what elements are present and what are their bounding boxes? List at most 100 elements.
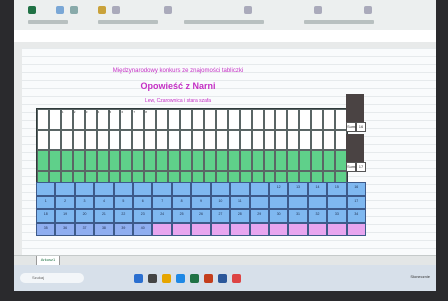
number-cell[interactable] [152, 182, 172, 196]
puzzle-cell[interactable] [275, 150, 288, 171]
puzzle-cell[interactable]: 6 [120, 109, 133, 130]
puzzle-cell[interactable]: 5 [108, 109, 121, 130]
puzzle-cell[interactable]: 8 [144, 109, 157, 130]
start-icon[interactable] [134, 274, 143, 283]
puzzle-cell[interactable] [215, 109, 228, 130]
number-cell[interactable] [307, 222, 328, 236]
taskbar-search[interactable]: Szukaj [20, 273, 84, 283]
number-cell[interactable] [210, 182, 231, 196]
puzzle-cell[interactable] [263, 109, 276, 130]
word-icon[interactable] [218, 274, 227, 283]
puzzle-cell[interactable] [108, 150, 121, 171]
puzzle-cell[interactable] [287, 129, 300, 150]
puzzle-cell[interactable] [120, 150, 133, 171]
puzzle-cell[interactable] [311, 150, 324, 171]
puzzle-cell[interactable] [191, 129, 204, 150]
puzzle-cell[interactable]: 2 [72, 109, 85, 130]
puzzle-cell[interactable] [251, 129, 264, 150]
puzzle-cell[interactable] [323, 150, 336, 171]
puzzle-cell[interactable] [263, 150, 276, 171]
number-cell[interactable] [288, 222, 308, 236]
puzzle-cell[interactable] [180, 109, 192, 130]
puzzle-cell[interactable] [263, 129, 276, 150]
puzzle-grid[interactable]: 12345678 [36, 108, 348, 192]
number-cell[interactable]: 22 [113, 209, 134, 223]
number-cell[interactable] [94, 182, 114, 196]
puzzle-cell[interactable] [37, 150, 49, 171]
puzzle-cell[interactable]: 7 [132, 109, 145, 130]
puzzle-cell[interactable] [156, 150, 169, 171]
puzzle-cell[interactable] [144, 129, 157, 150]
puzzle-cell[interactable] [299, 129, 312, 150]
number-cell[interactable] [268, 195, 289, 209]
number-cell[interactable] [288, 195, 308, 209]
number-cell[interactable]: 31 [288, 209, 308, 223]
number-cell[interactable] [346, 222, 366, 236]
number-cell[interactable] [249, 222, 269, 236]
puzzle-cell[interactable] [287, 109, 300, 130]
puzzle-cell[interactable] [168, 109, 181, 130]
puzzle-cell[interactable] [72, 150, 85, 171]
puzzle-cell[interactable] [275, 109, 288, 130]
number-cell[interactable]: 34 [346, 209, 366, 223]
puzzle-cell[interactable] [156, 109, 169, 130]
number-cell[interactable]: 2 [55, 195, 75, 209]
puzzle-cell[interactable] [299, 150, 312, 171]
number-cell[interactable]: 12 [268, 182, 289, 196]
number-cell[interactable]: 5 [113, 195, 134, 209]
number-cell[interactable] [55, 182, 75, 196]
puzzle-cell[interactable] [120, 129, 133, 150]
powerpoint-icon[interactable] [204, 274, 213, 283]
number-cell[interactable]: 25 [171, 209, 192, 223]
puzzle-cell[interactable]: 4 [96, 109, 109, 130]
puzzle-cell[interactable] [239, 150, 252, 171]
puzzle-cell[interactable] [251, 109, 264, 130]
puzzle-cell[interactable] [299, 109, 312, 130]
number-cell[interactable] [74, 182, 95, 196]
puzzle-cell[interactable] [215, 150, 228, 171]
number-cell[interactable]: 18 [36, 209, 56, 223]
number-cell[interactable]: 11 [230, 195, 250, 209]
puzzle-cell[interactable] [48, 150, 61, 171]
puzzle-cell[interactable] [156, 129, 169, 150]
puzzle-cell[interactable] [37, 109, 49, 130]
puzzle-cell[interactable] [60, 129, 73, 150]
edge-icon[interactable] [176, 274, 185, 283]
puzzle-cell[interactable] [203, 109, 216, 130]
puzzle-cell[interactable] [311, 109, 324, 130]
file-explorer-icon[interactable] [162, 274, 171, 283]
number-cell[interactable] [249, 195, 269, 209]
number-cell[interactable]: 36 [55, 222, 75, 236]
number-cell[interactable]: 16 [346, 182, 366, 196]
number-format-icon[interactable] [244, 6, 252, 14]
number-cell[interactable] [191, 222, 211, 236]
number-cell[interactable]: 13 [288, 182, 308, 196]
number-cell[interactable] [327, 222, 347, 236]
puzzle-cell[interactable]: 3 [84, 109, 97, 130]
number-cell[interactable] [249, 182, 269, 196]
puzzle-cell[interactable] [239, 129, 252, 150]
puzzle-cell[interactable] [275, 129, 288, 150]
number-cell[interactable]: 10 [210, 195, 231, 209]
number-cell[interactable]: 15 [327, 182, 347, 196]
puzzle-cell[interactable] [37, 129, 49, 150]
number-cell[interactable]: 35 [36, 222, 56, 236]
number-cell[interactable] [230, 182, 250, 196]
number-cell[interactable]: 33 [327, 209, 347, 223]
puzzle-cell[interactable] [96, 129, 109, 150]
puzzle-cell[interactable] [203, 150, 216, 171]
number-grid[interactable]: 12 13 14 15 16 1 2 3 4 5 6 7 8 9 10 11 17 18 19 20 21 22 23 24 2… [36, 182, 366, 236]
number-cell[interactable]: 8 [171, 195, 192, 209]
number-cell[interactable]: 40 [133, 222, 153, 236]
puzzle-cell[interactable] [168, 129, 181, 150]
number-cell[interactable]: 9 [191, 195, 211, 209]
number-cell[interactable] [327, 195, 347, 209]
puzzle-cell[interactable] [251, 150, 264, 171]
puzzle-cell[interactable] [168, 150, 181, 171]
puzzle-cell[interactable] [191, 150, 204, 171]
number-cell[interactable]: 38 [94, 222, 114, 236]
number-cell[interactable]: 7 [152, 195, 172, 209]
number-cell[interactable] [171, 182, 192, 196]
puzzle-cell[interactable] [227, 109, 240, 130]
puzzle-cell[interactable] [191, 109, 204, 130]
